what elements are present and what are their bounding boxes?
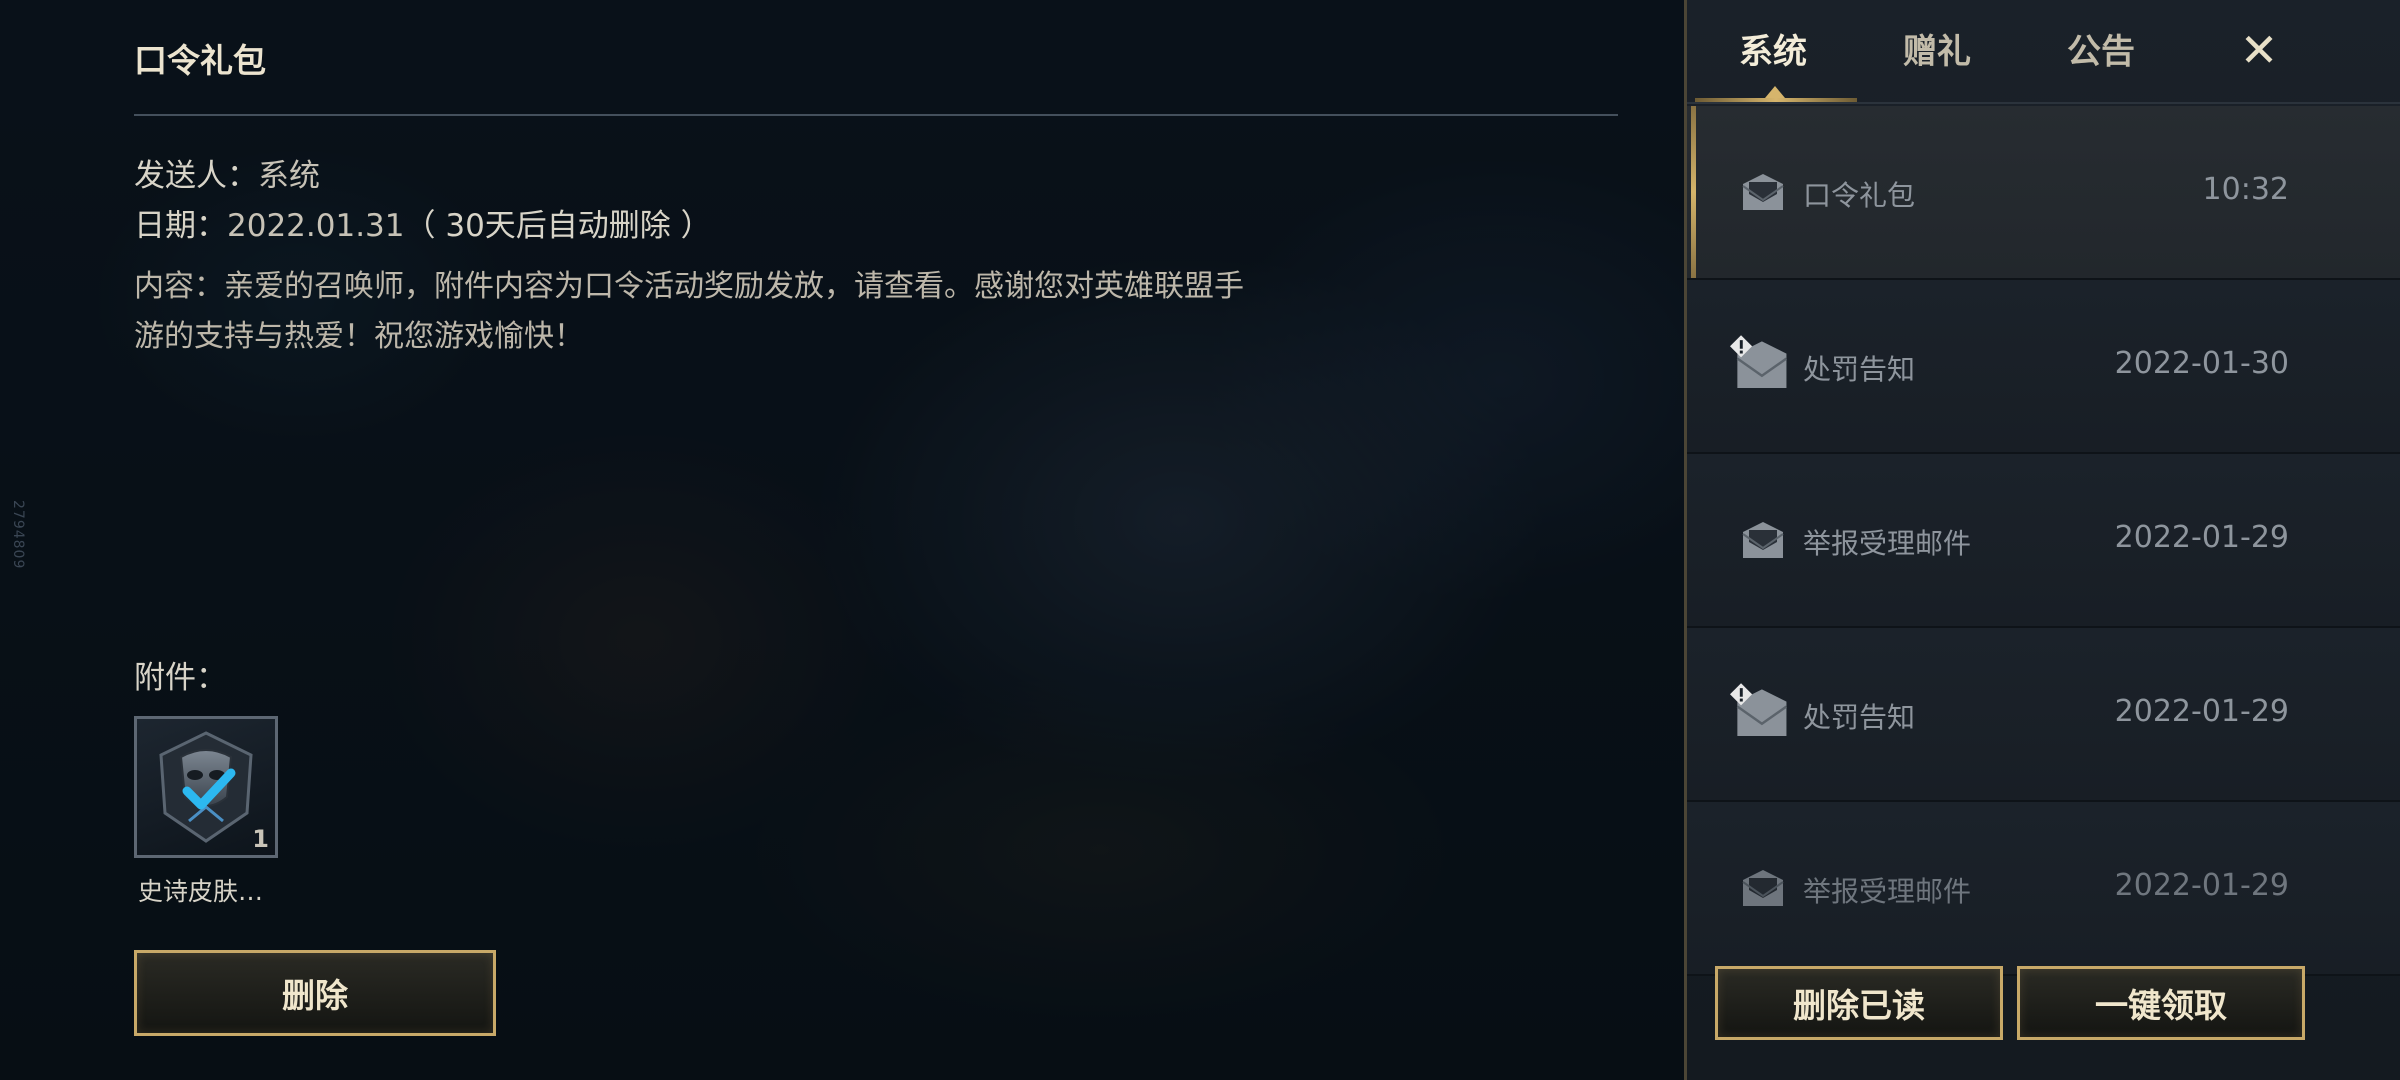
mail-list-item[interactable]: 处罚告知 2022-01-29 — [1687, 628, 2400, 802]
tab-system[interactable]: 系统 — [1739, 24, 1807, 73]
mail-content: 内容：亲爱的召唤师，附件内容为口令活动奖励发放，请查看。感谢您对英雄联盟手游的支… — [134, 269, 1244, 354]
delete-button[interactable]: 删除 — [134, 950, 496, 1036]
mail-open-icon — [1742, 870, 1784, 906]
mail-list: 口令礼包 10:32 处罚告知 2022-01-30 举报受理邮件 2022-0… — [1687, 106, 2400, 976]
attachment-name: 史诗皮肤… — [138, 877, 264, 906]
auto-delete-note: （ 30天后自动删除 ） — [404, 208, 712, 244]
side-watermark: 2794809 — [10, 500, 26, 570]
active-tab-caret — [1765, 86, 1785, 98]
mail-date: 2022-01-29 — [2114, 868, 2289, 903]
mail-subject: 处罚告知 — [1803, 701, 1916, 734]
mail-open-icon — [1742, 522, 1784, 558]
delete-read-button[interactable]: 删除已读 — [1715, 966, 2003, 1040]
mail-date: 2022-01-29 — [2114, 694, 2289, 729]
attachment-item[interactable]: 1 — [134, 716, 278, 858]
mail-subject: 处罚告知 — [1803, 353, 1916, 386]
mail-title: 口令礼包 — [134, 41, 266, 80]
attachment-count: 1 — [252, 825, 269, 853]
mail-date: 2022-01-29 — [2114, 520, 2289, 555]
title-divider — [134, 114, 1618, 116]
tab-bar: 系统 赠礼 公告 ✕ — [1687, 0, 2400, 104]
attachments-label: 附件： — [134, 660, 227, 696]
mail-screen: 2794809 口令礼包 发送人：系统 日期：2022.01.31（ 30天后自… — [0, 0, 2400, 1080]
mail-detail: 口令礼包 发送人：系统 日期：2022.01.31（ 30天后自动删除 ） 内容… — [134, 0, 1618, 1080]
claim-all-button[interactable]: 一键领取 — [2017, 966, 2305, 1040]
mail-list-panel: 系统 赠礼 公告 ✕ 口令礼包 10:32 处罚告知 2022-01-30 举报… — [1684, 0, 2400, 1080]
date-row: 日期：2022.01.31（ 30天后自动删除 ） — [134, 202, 712, 250]
mail-subject: 举报受理邮件 — [1803, 875, 1972, 908]
mail-subject: 举报受理邮件 — [1803, 527, 1972, 560]
mail-warning-icon — [1730, 335, 1787, 388]
mail-date: 10:32 — [2202, 172, 2289, 207]
mail-list-item[interactable]: 处罚告知 2022-01-30 — [1687, 280, 2400, 454]
close-icon[interactable]: ✕ — [2227, 18, 2291, 82]
tab-gift[interactable]: 赠礼 — [1903, 24, 1971, 73]
mail-subject: 口令礼包 — [1803, 179, 1916, 212]
sender-label: 发送人： — [134, 158, 258, 194]
sender-value: 系统 — [258, 158, 320, 194]
mail-date: 2022-01-30 — [2114, 346, 2289, 381]
mail-list-item[interactable]: 举报受理邮件 2022-01-29 — [1687, 802, 2400, 976]
tab-announcement[interactable]: 公告 — [2067, 24, 2135, 73]
active-tab-indicator — [1695, 98, 1857, 102]
date-label: 日期： — [134, 208, 227, 244]
epic-skin-chest-icon — [159, 731, 253, 843]
tab-divider — [1687, 102, 2400, 104]
date-value: 2022.01.31 — [227, 208, 405, 244]
sender-row: 发送人：系统 — [134, 152, 320, 200]
mail-list-item[interactable]: 举报受理邮件 2022-01-29 — [1687, 454, 2400, 628]
mail-warning-icon — [1730, 683, 1787, 736]
mail-open-icon — [1742, 174, 1784, 210]
mail-list-item[interactable]: 口令礼包 10:32 — [1687, 106, 2400, 280]
